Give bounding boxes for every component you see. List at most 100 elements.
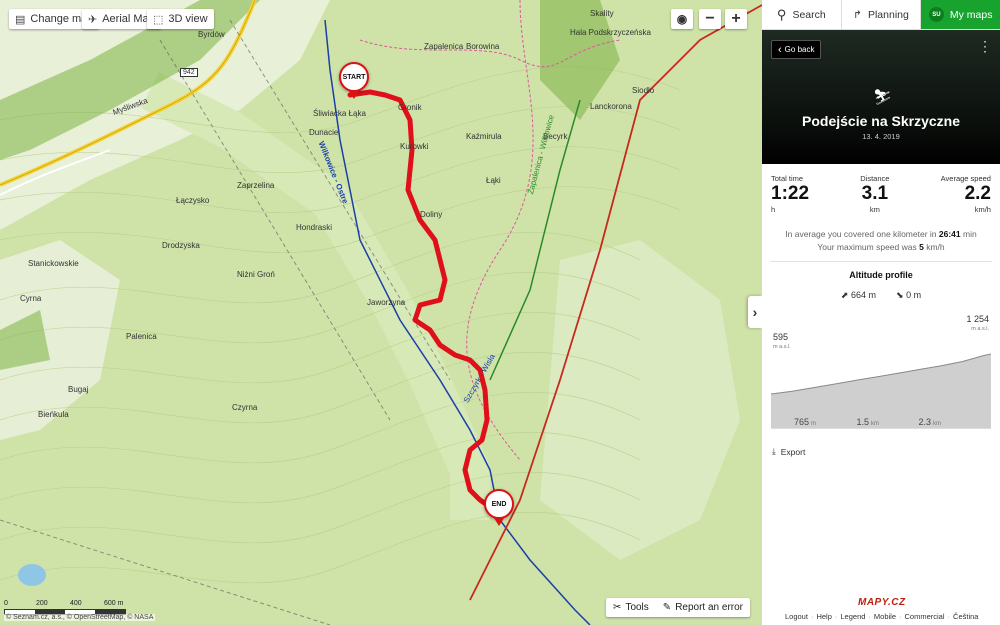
x-tick-label: 2.3 <box>918 417 931 427</box>
map-bottom-tools: ✂ Tools ✎ Report an error <box>606 598 750 617</box>
place-label: Bugaj <box>68 385 89 394</box>
footer-link-logout[interactable]: Logout <box>785 612 808 621</box>
stat-unit: km <box>869 205 880 214</box>
plane-icon: ✈ <box>88 13 98 26</box>
report-error-button[interactable]: ✎ Report an error <box>656 598 750 617</box>
route-turn-icon: ↱ <box>853 8 862 21</box>
map-scale: 0 200 400 600 m <box>4 600 164 615</box>
place-label: Bieńkula <box>38 410 69 419</box>
altitude-profile-title: Altitude profile <box>849 270 913 280</box>
chevron-left-icon: ‹ <box>778 43 782 56</box>
end-label: END <box>491 500 507 508</box>
y-min-unit: m a.s.l. <box>773 344 791 350</box>
place-label: Palenica <box>126 332 157 341</box>
export-label: Export <box>780 446 806 457</box>
map-attribution: © Seznam.cz, a.s., © OpenStreetMap, © NA… <box>4 614 156 621</box>
footer-separator: · <box>947 612 951 621</box>
elevation-summary: ⬈ 664 m ⬊ 0 m <box>762 290 1000 301</box>
road-number: 942 <box>180 68 198 77</box>
go-back-button[interactable]: ‹ Go back <box>771 40 822 59</box>
place-label: Dunacie <box>309 128 339 137</box>
divider <box>770 261 992 262</box>
tab-my-maps[interactable]: SU My maps <box>921 0 1000 29</box>
x-tick-unit: km <box>933 421 941 427</box>
panel-tabs: ⚲ Search ↱ Planning SU My maps <box>762 0 1000 30</box>
place-label: Hondraski <box>296 223 333 232</box>
tab-search-label: Search <box>792 8 826 21</box>
more-options-icon[interactable]: ⋮ <box>978 38 992 55</box>
cross-country-ski-icon: ⛷ <box>873 89 893 106</box>
place-label: Niżni Groń <box>237 270 275 279</box>
export-button[interactable]: ⤓ Export <box>772 446 805 457</box>
tab-search[interactable]: ⚲ Search <box>762 0 842 29</box>
activity-title: Podejście na Skrzyczne <box>802 113 960 129</box>
scale-tick: 400 <box>70 600 82 607</box>
scale-tick: 600 m <box>104 600 124 607</box>
footer-link-mobile[interactable]: Mobile <box>874 612 896 621</box>
max-speed-unit: km/h <box>926 242 945 252</box>
place-label: Cyrna <box>20 294 42 303</box>
place-label: Byrdów <box>198 30 225 39</box>
place-label: Zaprzelina <box>237 181 275 190</box>
arrow-down-right-icon: ⬊ <box>896 290 904 300</box>
footer-separator: · <box>899 612 902 621</box>
stat-value: 3.1 <box>861 183 889 204</box>
zoom-in-button[interactable]: + <box>725 9 747 29</box>
altitude-chart[interactable]: 595 m a.s.l. 1 254 m a.s.l. 765 m 1.5 km 2.3… <box>771 314 991 430</box>
3d-view-label: 3D view <box>168 13 208 25</box>
place-label: Zapalenica <box>424 42 464 51</box>
tab-planning-label: Planning <box>867 8 909 21</box>
end-marker[interactable]: END <box>484 489 514 526</box>
footer-link-help[interactable]: Help <box>816 612 831 621</box>
stat-label: Total time <box>771 174 804 183</box>
pencil-icon: ✎ <box>662 602 672 613</box>
activity-header: ‹ Go back ⋮ ⛷ Podejście na Skrzyczne 13. … <box>762 30 1000 164</box>
footer-link-commercial[interactable]: Commercial <box>905 612 945 621</box>
tools-button[interactable]: ✂ Tools <box>606 598 656 617</box>
place-label: Czyrna <box>232 403 258 412</box>
place-label: Kaźmirula <box>466 132 502 141</box>
start-label: START <box>342 73 366 81</box>
pace-value: 26:41 <box>938 229 961 239</box>
avatar: SU <box>928 7 944 22</box>
x-tick-label: 1.5 <box>856 417 869 427</box>
stat-unit: h <box>771 205 776 214</box>
download-icon: ⤓ <box>772 446 776 456</box>
activity-stats: Total time 1:22 h Distance 3.1 km Averag… <box>762 164 1000 222</box>
stat-average-speed: Average speed 2.2 km/h <box>941 174 991 222</box>
footer-link-legend[interactable]: Legend <box>840 612 865 621</box>
target-icon: ◉ <box>676 12 688 26</box>
y-min-label: 595 <box>773 332 788 342</box>
stat-label: Distance <box>860 174 890 183</box>
scale-tick: 200 <box>36 600 48 607</box>
report-label: Report an error <box>675 602 743 613</box>
max-speed-text: Your maximum speed was <box>817 242 917 252</box>
start-marker[interactable]: START <box>339 62 369 99</box>
pace-text: In average you covered one kilometer in <box>785 229 937 239</box>
footer-link-etina[interactable]: Čeština <box>953 612 978 621</box>
3d-view-button[interactable]: ⬚ 3D view <box>147 9 214 29</box>
place-label: Borowina <box>466 42 500 51</box>
place-label: Łączysko <box>176 196 210 205</box>
place-label: Gronik <box>398 103 422 112</box>
footer-separator: · <box>834 612 838 621</box>
map-view[interactable]: START END Byrdów Zapalenica Borowina Ska… <box>0 0 762 625</box>
place-label: Śliwiacka Łąka <box>313 109 366 118</box>
cube-icon: ⬚ <box>153 13 164 26</box>
place-label: Siodło <box>632 86 655 95</box>
locate-me-button[interactable]: ◉ <box>671 9 693 29</box>
pace-unit: min <box>963 229 977 239</box>
stat-unit: km/h <box>974 205 991 214</box>
arrow-up-right-icon: ⬈ <box>840 290 849 300</box>
tools-icon: ✂ <box>613 602 622 613</box>
ascent: ⬈ 664 m <box>841 290 876 301</box>
tab-planning[interactable]: ↱ Planning <box>842 0 922 29</box>
stat-distance: Distance 3.1 km <box>860 174 889 222</box>
place-label: Hala Podskrzyczeńska <box>570 28 651 37</box>
zoom-out-button[interactable]: − <box>699 9 721 29</box>
panel-collapse-button[interactable]: › <box>748 296 762 328</box>
descent: ⬊ 0 m <box>896 290 921 301</box>
stat-value: 2.2 <box>964 183 991 204</box>
place-label: Łąki <box>486 176 501 185</box>
place-label: Jaworzyna <box>367 298 406 307</box>
